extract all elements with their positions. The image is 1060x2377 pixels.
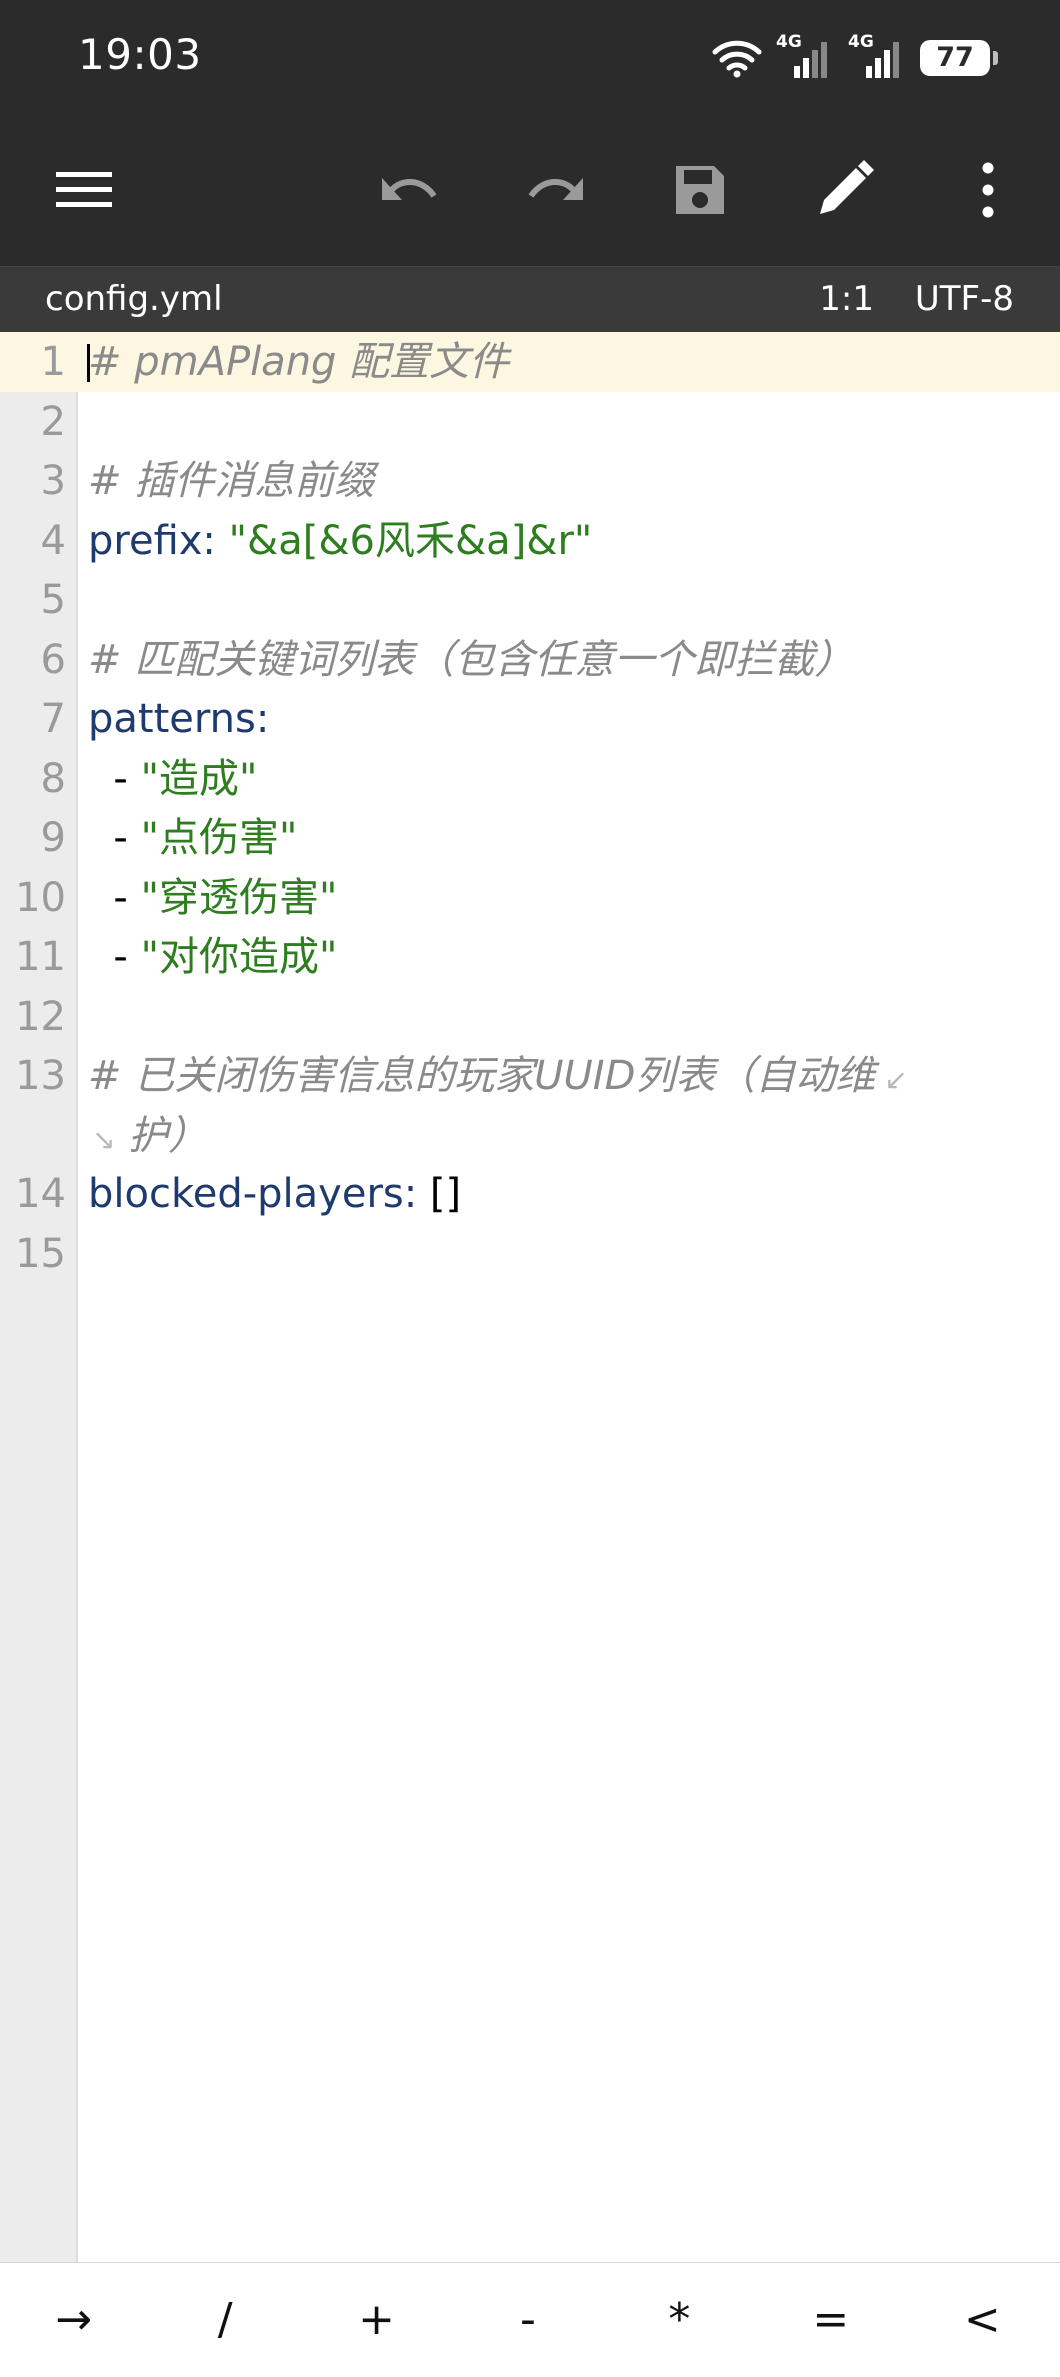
edit-button[interactable]: [804, 150, 884, 230]
undo-icon: [382, 178, 437, 200]
redo-button[interactable]: [515, 150, 595, 230]
code-line[interactable]: 2: [0, 392, 1060, 452]
code-line[interactable]: 12: [0, 987, 1060, 1047]
code-line[interactable]: 13 # 已关闭伤害信息的玩家UUID列表（自动维 ↙ ↘ 护）: [0, 1046, 1060, 1164]
status-time: 19:03: [78, 30, 202, 79]
menu-button[interactable]: [44, 150, 124, 230]
cellular-signal-2-icon: 4G: [848, 32, 906, 80]
line-number: 8: [40, 755, 66, 802]
code-token: -: [88, 815, 141, 861]
symbol-input-bar: → / + - * = <: [0, 2262, 1060, 2377]
code-token: "&a[&6风禾&a]&r": [228, 517, 593, 564]
line-number: 3: [40, 458, 66, 504]
line-text: patterns:: [88, 689, 269, 749]
save-icon: [676, 166, 724, 214]
save-button[interactable]: [660, 150, 740, 230]
line-text: blocked-players: []: [88, 1164, 461, 1224]
line-number: 4: [40, 517, 66, 564]
code-token: 护）: [115, 1113, 209, 1159]
symbol-key[interactable]: *: [629, 2285, 729, 2355]
code-token: # 已关闭伤害信息的玩家UUID列表（自动维: [88, 1053, 876, 1099]
code-line[interactable]: 5: [0, 570, 1060, 630]
cursor-position: 1:1: [819, 279, 874, 319]
code-token: "造成": [140, 755, 258, 802]
code-line[interactable]: 3 # 插件消息前缀: [0, 451, 1060, 511]
app-toolbar: [0, 116, 1060, 266]
line-text: # 插件消息前缀: [88, 451, 374, 511]
status-bar: 19:03 4G 4G 77: [0, 0, 1060, 116]
code-token: -: [88, 755, 141, 802]
line-text: prefix: "&a[&6风禾&a]&r": [88, 511, 592, 571]
code-token: "对你造成": [140, 934, 338, 980]
undo-button[interactable]: [370, 150, 450, 230]
code-line[interactable]: 11 - "对你造成": [0, 927, 1060, 987]
symbol-key[interactable]: →: [24, 2285, 124, 2355]
code-line[interactable]: 15: [0, 1224, 1060, 1284]
code-token: -: [88, 934, 141, 980]
edit-icon: [820, 160, 874, 214]
line-number: 7: [40, 696, 66, 742]
more-vert-icon: [982, 162, 994, 218]
line-number: 9: [40, 815, 66, 861]
line-text: # 已关闭伤害信息的玩家UUID列表（自动维 ↙: [88, 1046, 908, 1110]
code-line[interactable]: 4 prefix: "&a[&6风禾&a]&r": [0, 511, 1060, 571]
code-line[interactable]: 10 - "穿透伤害": [0, 868, 1060, 928]
code-line[interactable]: 14 blocked-players: []: [0, 1164, 1060, 1224]
code-token: -: [88, 874, 141, 921]
cellular-signal-1-icon: 4G: [776, 32, 834, 80]
code-line[interactable]: 6 # 匹配关键词列表（包含任意一个即拦截）: [0, 630, 1060, 690]
code-line[interactable]: 8 - "造成": [0, 749, 1060, 809]
symbol-key[interactable]: +: [327, 2285, 427, 2355]
line-text: # pmAPlang 配置文件: [88, 332, 509, 392]
code-token: "穿透伤害": [140, 874, 338, 921]
code-token: prefix:: [88, 517, 216, 564]
line-number: 12: [15, 993, 66, 1040]
code-token: blocked-players:: [88, 1171, 418, 1217]
line-number: 13: [15, 1053, 66, 1099]
line-text: - "对你造成": [88, 927, 337, 987]
more-options-button[interactable]: [948, 150, 1028, 230]
code-line[interactable]: 1 # pmAPlang 配置文件: [0, 332, 1060, 392]
symbol-key[interactable]: =: [781, 2285, 881, 2355]
redo-icon: [528, 178, 583, 200]
wrap-continue-icon: ↘: [92, 1123, 116, 1156]
file-name[interactable]: config.yml: [45, 279, 223, 319]
code-token: []: [417, 1171, 462, 1217]
code-token: # 匹配关键词列表（包含任意一个即拦截）: [88, 636, 855, 683]
line-number: 1: [40, 339, 66, 385]
line-text: - "造成": [88, 749, 257, 809]
status-icons: 4G 4G 77: [712, 28, 998, 88]
menu-icon: [56, 172, 112, 207]
file-info-bar: config.yml 1:1 UTF-8: [0, 266, 1060, 333]
code-token: # 插件消息前缀: [88, 458, 375, 504]
line-number: 11: [15, 934, 66, 980]
code-token: patterns:: [88, 696, 270, 742]
wrap-arrow-icon: ↙: [875, 1063, 908, 1096]
symbol-key[interactable]: -: [478, 2285, 578, 2355]
code-line[interactable]: 9 - "点伤害": [0, 808, 1060, 868]
text-cursor: [87, 344, 90, 382]
line-text: - "点伤害": [88, 808, 297, 868]
line-number: 2: [40, 398, 66, 445]
code-token: "点伤害": [140, 815, 298, 861]
code-token: # pmAPlang 配置文件: [88, 339, 510, 385]
line-text: # 匹配关键词列表（包含任意一个即拦截）: [88, 630, 854, 690]
symbol-key[interactable]: /: [175, 2285, 275, 2355]
file-encoding[interactable]: UTF-8: [915, 279, 1014, 319]
symbol-key[interactable]: <: [932, 2285, 1032, 2355]
wifi-icon: [712, 40, 762, 78]
line-number: 6: [40, 636, 66, 683]
code-line[interactable]: 7 patterns:: [0, 689, 1060, 749]
line-number: 10: [15, 874, 66, 921]
line-number: 14: [15, 1171, 66, 1217]
line-number: 5: [40, 577, 66, 623]
line-number: 15: [15, 1230, 66, 1277]
line-text: - "穿透伤害": [88, 868, 337, 928]
battery-icon: 77: [920, 40, 998, 76]
code-editor[interactable]: 1 # pmAPlang 配置文件 2 3 # 插件消息前缀 4 prefix: "&a[&…: [0, 332, 1060, 2262]
line-text-wrapped: ↘ 护）: [92, 1106, 208, 1170]
